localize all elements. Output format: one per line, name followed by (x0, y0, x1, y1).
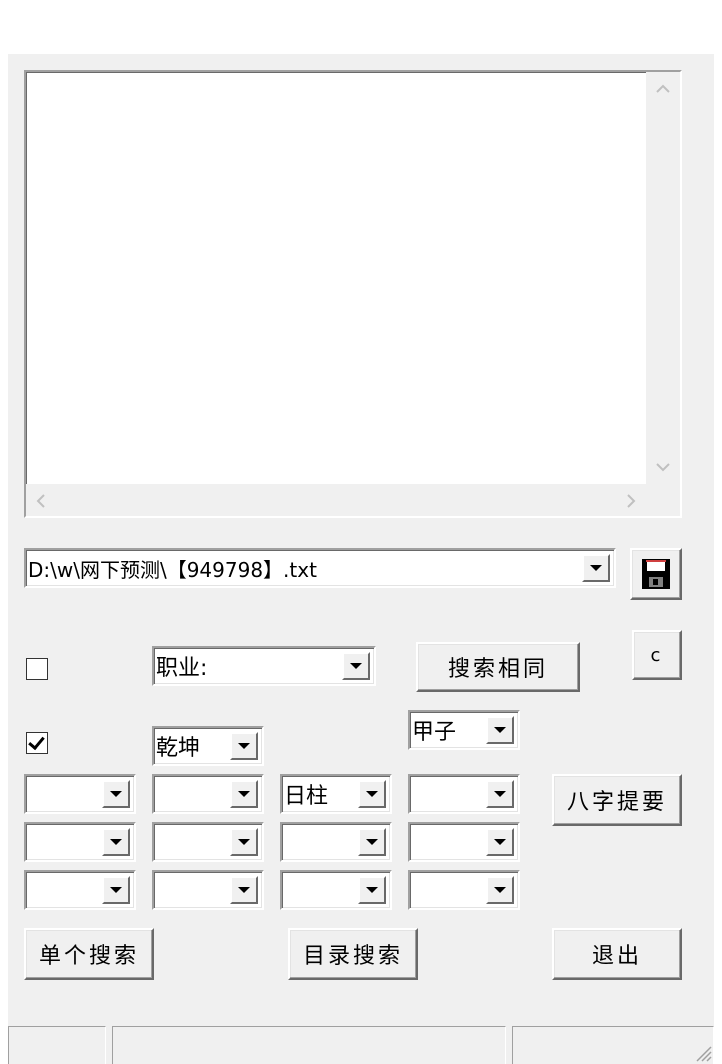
gender-select[interactable]: 乾坤 (152, 726, 264, 766)
scroll-right-icon[interactable] (626, 493, 636, 509)
chevron-down-icon[interactable] (230, 732, 258, 760)
jiazi-select-value: 甲子 (412, 720, 457, 745)
chevron-down-icon[interactable] (342, 652, 370, 680)
pillar-combo[interactable]: 日柱 (280, 774, 392, 814)
chevron-down-icon[interactable] (358, 828, 386, 856)
resize-grip-icon[interactable] (694, 1044, 712, 1062)
pillar-combo[interactable] (280, 822, 392, 862)
chevron-down-icon[interactable] (230, 876, 258, 904)
status-panel-1 (8, 1026, 106, 1064)
vertical-scrollbar[interactable] (646, 72, 680, 484)
scrollbar-corner (646, 484, 680, 516)
status-panel-3 (512, 1026, 714, 1064)
pillar-combo[interactable] (280, 870, 392, 910)
c-button[interactable]: c (632, 630, 682, 680)
pillar-combo[interactable] (408, 822, 520, 862)
file-path-value: D:\w\网下预测\【949798】.txt (28, 557, 317, 582)
search-same-button[interactable]: 搜索相同 (416, 642, 580, 692)
pillar-combo[interactable] (152, 774, 264, 814)
single-search-button[interactable]: 单个搜索 (24, 928, 154, 980)
bazi-summary-button[interactable]: 八字提要 (552, 774, 682, 826)
chevron-down-icon[interactable] (358, 876, 386, 904)
pillar-combo[interactable] (152, 870, 264, 910)
pillar-combo[interactable] (408, 870, 520, 910)
scroll-left-icon[interactable] (36, 493, 46, 509)
pillar-combo[interactable] (24, 822, 136, 862)
exit-button[interactable]: 退出 (552, 928, 682, 980)
file-path-combo[interactable]: D:\w\网下预测\【949798】.txt (24, 548, 616, 588)
floppy-disk-icon (642, 559, 670, 589)
filter-checkbox-1[interactable] (26, 658, 48, 680)
chevron-down-icon[interactable] (102, 828, 130, 856)
field-select[interactable]: 职业: (152, 646, 376, 686)
chevron-down-icon[interactable] (102, 780, 130, 808)
gender-select-value: 乾坤 (156, 736, 201, 761)
chevron-down-icon[interactable] (102, 876, 130, 904)
output-textarea[interactable] (24, 70, 682, 518)
chevron-down-icon[interactable] (486, 876, 514, 904)
save-button[interactable] (630, 548, 682, 600)
pillar-combo[interactable] (408, 774, 520, 814)
chevron-down-icon[interactable] (486, 828, 514, 856)
chevron-down-icon[interactable] (582, 554, 610, 582)
chevron-down-icon[interactable] (230, 780, 258, 808)
pillar-combo[interactable] (152, 822, 264, 862)
chevron-down-icon[interactable] (358, 780, 386, 808)
scroll-down-icon[interactable] (655, 462, 671, 472)
field-select-value: 职业: (156, 656, 208, 681)
main-window: D:\w\网下预测\【949798】.txt 职业: 搜索相同 c 乾坤 甲子 (8, 54, 714, 1064)
chevron-down-icon[interactable] (486, 716, 514, 744)
jiazi-select[interactable]: 甲子 (408, 710, 520, 750)
chevron-down-icon[interactable] (486, 780, 514, 808)
horizontal-scrollbar[interactable] (26, 484, 646, 516)
status-panel-2 (112, 1026, 506, 1064)
chevron-down-icon[interactable] (230, 828, 258, 856)
filter-checkbox-2[interactable] (26, 732, 48, 754)
dir-search-button[interactable]: 目录搜索 (288, 928, 418, 980)
scroll-up-icon[interactable] (655, 84, 671, 94)
pillar-combo[interactable] (24, 774, 136, 814)
pillar-combo[interactable] (24, 870, 136, 910)
